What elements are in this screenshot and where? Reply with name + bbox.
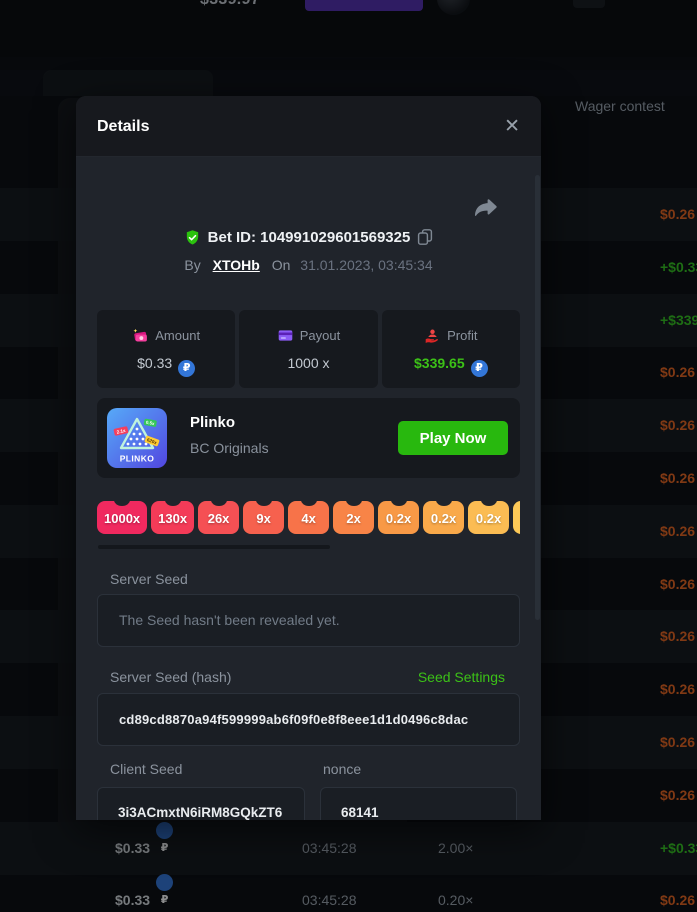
copy-icon[interactable] [417, 228, 433, 246]
play-now-button[interactable]: Play Now [398, 421, 508, 455]
money-icon [132, 327, 149, 344]
multiplier-chip: 1000x [97, 501, 147, 534]
username-link[interactable]: XTOHb [213, 257, 260, 273]
bet-id-row: Bet ID: 104991029601569325 [76, 228, 541, 246]
server-seed-hash-field[interactable]: cd89cd8870a94f599999ab6f09f0e8f8eee1d1d0… [97, 693, 520, 746]
nonce-field[interactable]: 68141 [320, 787, 517, 820]
card-icon [277, 327, 294, 344]
ruble-coin-icon: ₽ [178, 360, 195, 377]
by-label: By [184, 257, 200, 273]
share-icon[interactable] [473, 197, 497, 221]
bet-stats: Amount $0.33₽ Payout [97, 310, 520, 388]
payout-label: Payout [300, 328, 340, 343]
seed-settings-link[interactable]: Seed Settings [418, 669, 505, 685]
horizontal-scrollbar[interactable] [98, 545, 330, 549]
multiplier-chip: 2x [333, 501, 374, 534]
client-seed-value: 3i3ACmxtN6iRM8GQkZT6 [98, 788, 304, 820]
bet-details-modal: Details ✕ Bet ID: 104991029601569325 [76, 96, 541, 820]
profit-hand-icon [424, 327, 441, 344]
multiplier-list[interactable]: 1000x130x26x9x4x2x0.2x0.2x0.2x0.2x [97, 501, 520, 535]
multiplier-chip: 0.2x [378, 501, 419, 534]
server-seed-placeholder: The Seed hasn't been revealed yet. [98, 595, 519, 646]
amount-value: $0.33₽ [97, 355, 235, 377]
game-card: 2.1x 0.5x 620x PLINKO Plinko BC Original… [97, 398, 520, 478]
plinko-thumbnail[interactable]: 2.1x 0.5x 620x PLINKO [107, 408, 167, 468]
verified-shield-icon[interactable] [184, 229, 201, 246]
svg-text:PLINKO: PLINKO [120, 454, 155, 464]
server-seed-label: Server Seed [110, 571, 188, 587]
multiplier-chip: 26x [198, 501, 239, 534]
close-icon[interactable]: ✕ [499, 96, 525, 157]
bet-author-row: By XTOHb On 31.01.2023, 03:45:34 [76, 257, 541, 273]
ruble-coin-icon: ₽ [471, 360, 488, 377]
bet-id-text: Bet ID: 104991029601569325 [208, 229, 411, 246]
amount-label: Amount [155, 328, 200, 343]
modal-title: Details [97, 96, 149, 157]
stat-amount: Amount $0.33₽ [97, 310, 235, 388]
multiplier-chip: 0.2x [513, 501, 520, 534]
game-provider: BC Originals [190, 440, 269, 456]
stat-payout: Payout 1000 x [239, 310, 377, 388]
game-name: Plinko [190, 414, 235, 431]
nonce-value: 68141 [321, 788, 516, 820]
vertical-scrollbar[interactable] [535, 175, 540, 620]
multiplier-chip: 130x [151, 501, 194, 534]
multiplier-chip: 4x [288, 501, 329, 534]
modal-header: Details ✕ [76, 96, 541, 157]
multiplier-chip: 9x [243, 501, 284, 534]
server-seed-hash-label: Server Seed (hash) [110, 669, 231, 685]
on-label: On [272, 257, 291, 273]
multiplier-chip: 0.2x [423, 501, 464, 534]
bet-datetime: 31.01.2023, 03:45:34 [300, 257, 432, 273]
server-seed-field[interactable]: The Seed hasn't been revealed yet. [97, 594, 520, 647]
payout-value: 1000 x [239, 355, 377, 371]
stat-profit: Profit $339.65₽ [382, 310, 520, 388]
modal-body: Bet ID: 104991029601569325 By XTOHb On 3… [76, 157, 541, 819]
server-seed-hash-value: cd89cd8870a94f599999ab6f09f0e8f8eee1d1d0… [98, 694, 519, 745]
profit-value: $339.65₽ [382, 355, 520, 377]
profit-label: Profit [447, 328, 477, 343]
multiplier-chip: 0.2x [468, 501, 509, 534]
client-seed-field[interactable]: 3i3ACmxtN6iRM8GQkZT6 [97, 787, 305, 820]
client-seed-label: Client Seed [110, 761, 182, 777]
nonce-label: nonce [323, 761, 361, 777]
